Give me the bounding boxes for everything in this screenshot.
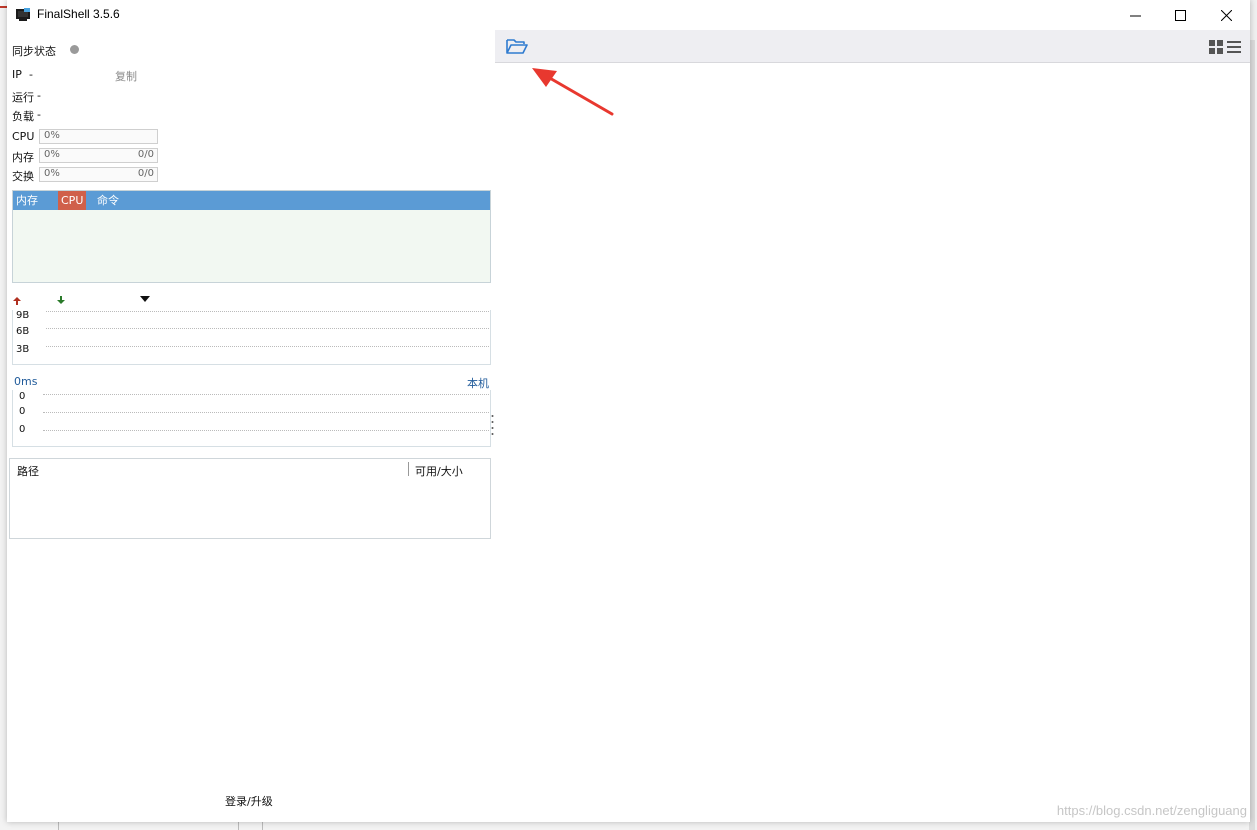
latency-chart: 0 0 0 [12, 390, 491, 447]
tab-command[interactable]: 命令 [94, 191, 122, 210]
gridline [43, 394, 489, 395]
column-header-path[interactable]: 路径 [17, 463, 39, 479]
sync-status-indicator-icon [70, 45, 79, 54]
process-monitor: 内存 CPU 命令 [12, 190, 491, 283]
file-toolbar [495, 30, 1250, 63]
panel-resize-handle[interactable] [491, 414, 494, 438]
network-axis-label: 9B [16, 310, 30, 321]
latency-target-link[interactable]: 本机 [467, 375, 489, 391]
swap-usage-percent: 0% [44, 168, 60, 179]
latency-axis-label: 0 [19, 424, 26, 435]
background-divider [58, 822, 59, 830]
ip-label: IP [12, 68, 22, 81]
app-icon [16, 8, 30, 21]
network-axis-label: 3B [16, 344, 30, 355]
minimize-button[interactable] [1112, 0, 1158, 30]
network-chart: 9B 6B 3B [12, 310, 491, 365]
tab-cpu[interactable]: CPU [58, 191, 87, 210]
gridline [43, 430, 489, 431]
arrow-down-icon [57, 296, 65, 304]
background-divider [238, 822, 239, 830]
window-title: FinalShell 3.5.6 [37, 7, 120, 21]
latency-axis-label: 0 [19, 406, 26, 417]
close-icon [1220, 9, 1232, 21]
disk-usage-table: 路径 可用/大小 [9, 458, 491, 539]
latency-value: 0ms [14, 375, 38, 388]
swap-meter-label: 交换 [12, 170, 34, 183]
list-view-icon[interactable] [1226, 39, 1242, 55]
server-status-panel: 同步状态 IP - 复制 运行 - 负载 - CPU 0% 内存 0% 0/0 … [7, 30, 495, 822]
swap-usage-ratio: 0/0 [137, 168, 154, 179]
sync-status-label: 同步状态 [12, 45, 56, 58]
gridline [46, 311, 489, 312]
swap-usage-meter: 0% 0/0 [39, 167, 158, 182]
uptime-label: 运行 [12, 91, 34, 104]
cpu-usage-percent: 0% [44, 130, 60, 141]
ip-value: - [29, 68, 33, 81]
minimize-icon [1129, 15, 1141, 16]
monitor-tab-bar: 内存 CPU 命令 [13, 191, 490, 210]
login-upgrade-button[interactable]: 登录/升级 [225, 793, 273, 809]
file-manager-panel [495, 30, 1250, 822]
memory-usage-meter: 0% 0/0 [39, 148, 158, 163]
column-separator[interactable] [408, 462, 409, 476]
cpu-meter-label: CPU [12, 130, 35, 143]
gridline [46, 328, 489, 329]
gridline [46, 346, 489, 347]
column-header-available-size[interactable]: 可用/大小 [415, 463, 463, 479]
memory-usage-percent: 0% [44, 149, 60, 160]
folder-open-icon[interactable] [505, 36, 529, 56]
load-label: 负载 [12, 110, 34, 123]
finalshell-window: FinalShell 3.5.6 同步状态 IP - 复制 运行 - 负载 - [7, 0, 1250, 822]
gridline [43, 412, 489, 413]
latency-axis-label: 0 [19, 391, 26, 402]
memory-usage-ratio: 0/0 [137, 149, 154, 160]
maximize-button[interactable] [1157, 0, 1203, 30]
network-axis-label: 6B [16, 326, 30, 337]
grid-view-icon[interactable] [1208, 39, 1224, 55]
network-interface-dropdown-icon[interactable] [140, 295, 150, 303]
watermark-text: https://blog.csdn.net/zengliguang [1056, 803, 1247, 818]
close-button[interactable] [1203, 0, 1249, 30]
background-divider [262, 822, 263, 830]
uptime-value: - [37, 89, 41, 102]
title-bar[interactable]: FinalShell 3.5.6 [7, 0, 1250, 30]
arrow-up-icon [13, 297, 21, 305]
memory-meter-label: 内存 [12, 151, 34, 164]
copy-ip-button[interactable]: 复制 [115, 68, 137, 84]
tab-memory[interactable]: 内存 [13, 191, 41, 210]
maximize-icon [1174, 9, 1186, 21]
cpu-usage-meter: 0% [39, 129, 158, 144]
load-value: - [37, 108, 41, 121]
